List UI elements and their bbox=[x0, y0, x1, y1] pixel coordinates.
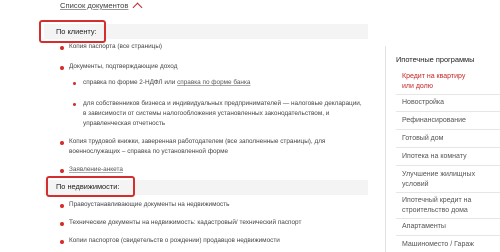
list-item: Правоустанавливающие документы на недвиж… bbox=[69, 201, 230, 208]
documents-list-toggle[interactable]: Список документов bbox=[60, 1, 143, 13]
list-item-line: военнослужащих – справка по установленно… bbox=[69, 147, 229, 155]
sidebar-separator bbox=[396, 129, 500, 130]
list-bullet bbox=[60, 141, 64, 145]
sidebar-title: Ипотечные программы bbox=[396, 55, 475, 64]
sidebar-separator bbox=[396, 235, 500, 236]
sidebar-divider bbox=[385, 46, 386, 252]
sub-list-item-line: для собственников бизнеса и индивидуальн… bbox=[83, 100, 362, 107]
sidebar-item-parking-garage[interactable]: Машиноместо / Гараж bbox=[402, 240, 498, 250]
list-item: Копия трудовой книжки, заверенная работо… bbox=[69, 137, 325, 157]
sidebar-item-label: Машиноместо / Гараж bbox=[402, 241, 474, 248]
sidebar-separator bbox=[396, 218, 500, 219]
sidebar-item-label: Ипотека на комнату bbox=[402, 153, 467, 160]
sidebar-separator bbox=[396, 94, 500, 95]
documents-list-label: Список документов bbox=[60, 1, 129, 10]
sub-list-item-line: в зависимости от системы налогообложения… bbox=[83, 109, 330, 117]
sub-list-bullet bbox=[73, 82, 76, 85]
application-form-link[interactable]: Заявление-анкета bbox=[69, 165, 123, 175]
list-bullet bbox=[60, 169, 64, 173]
list-bullet bbox=[60, 240, 64, 244]
sidebar-separator bbox=[396, 165, 500, 166]
sidebar-item-label: строительство дома bbox=[402, 206, 468, 214]
sidebar-item-label: Рефинансирование bbox=[402, 117, 466, 124]
sidebar-item-label: условий bbox=[402, 180, 429, 188]
sidebar-item-house-construction[interactable]: Ипотечный кредит на строительство дома bbox=[402, 196, 498, 215]
list-bullet bbox=[60, 222, 64, 226]
sidebar-item-label: Ипотечный кредит на bbox=[402, 197, 472, 204]
client-section-title: По клиенту: bbox=[52, 26, 101, 37]
sidebar-item-apartments[interactable]: Апартаменты bbox=[402, 222, 498, 232]
list-item: Документы, подтверждающие доход bbox=[69, 63, 178, 70]
sidebar-item-label: Апартаменты bbox=[402, 223, 446, 230]
sidebar-separator bbox=[396, 147, 500, 148]
sub-list-item-line: управленческая отчетность bbox=[83, 119, 166, 127]
sub-list-item: для собственников бизнеса и индивидуальн… bbox=[83, 99, 362, 128]
sidebar-item-apartment-loan[interactable]: Кредит на квартиру или долю bbox=[402, 72, 498, 91]
property-section-title: По недвижимости: bbox=[52, 181, 124, 192]
sidebar-item-room-mortgage[interactable]: Ипотека на комнату bbox=[402, 152, 498, 162]
sidebar-item-label: Новостройка bbox=[402, 99, 444, 106]
sidebar-item-housing-improvement[interactable]: Улучшение жилищных условий bbox=[402, 170, 498, 189]
sidebar-separator bbox=[396, 192, 500, 193]
sidebar-separator bbox=[396, 111, 500, 112]
sidebar-item-refinancing[interactable]: Рефинансирование bbox=[402, 116, 498, 126]
list-bullet bbox=[60, 204, 64, 208]
list-item: Технические документы на недвижимость: к… bbox=[69, 219, 302, 226]
list-item: Копия паспорта (все страницы) bbox=[69, 43, 163, 50]
sidebar-item-ready-house[interactable]: Готовый дом bbox=[402, 134, 498, 144]
list-item-line: Копия трудовой книжки, заверенная работо… bbox=[69, 138, 326, 145]
sub-list-item: справка по форме 2-НДФЛ или справка по ф… bbox=[83, 78, 250, 88]
sidebar-item-label: Готовый дом bbox=[402, 135, 444, 142]
sidebar-item-new-building[interactable]: Новостройка bbox=[402, 98, 498, 108]
chevron-up-icon bbox=[132, 2, 143, 13]
sidebar-item-label: Кредит на квартиру bbox=[402, 73, 466, 80]
list-item: Копии паспортов (свидетельств о рождении… bbox=[69, 237, 280, 244]
list-bullet bbox=[60, 46, 64, 50]
sidebar-item-label: или долю bbox=[402, 82, 434, 90]
sub-list-bullet bbox=[73, 103, 76, 106]
sub-list-item-text: справка по форме 2-НДФЛ или bbox=[83, 79, 178, 86]
list-bullet bbox=[60, 66, 64, 70]
sidebar-item-label: Улучшение жилищных bbox=[402, 171, 476, 178]
bank-form-certificate-link[interactable]: справка по форме банка bbox=[177, 79, 250, 86]
